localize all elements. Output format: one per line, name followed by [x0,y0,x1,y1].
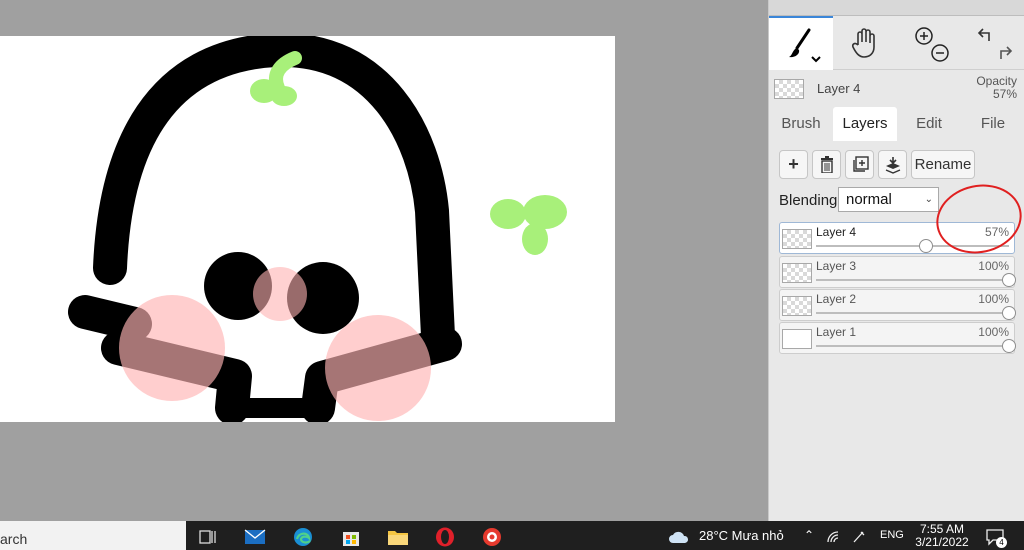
undo-redo-icon [977,28,1013,59]
weather-text[interactable]: 28°C Mưa nhỏ [699,521,784,550]
layer-3-thumbnail [782,263,812,283]
tab-edit[interactable]: Edit [897,107,961,141]
current-layer-info: Layer 4 Opacity 57% [769,71,1024,107]
tab-brush[interactable]: Brush [769,107,833,141]
canvas-drawing [68,36,567,422]
zoom-tool-button[interactable] [897,16,961,70]
merge-down-icon [885,156,900,174]
wifi-icon[interactable] [823,527,845,547]
chevron-down-icon: ⌄ [924,194,933,205]
layer-opacity: 100% [978,292,1009,306]
drawing-canvas[interactable] [0,36,615,422]
opacity-slider-handle[interactable] [1002,273,1016,287]
rename-layer-button[interactable]: Rename [911,150,975,179]
side-panel: Layer 4 Opacity 57% Brush Layers Edit Fi… [768,0,1024,521]
right-cheek-blush [325,315,431,421]
current-layer-opacity: Opacity 57% [976,75,1017,101]
sprout-leaf-right [271,86,297,106]
edge-browser-icon[interactable] [292,527,314,547]
layer-opacity: 100% [978,325,1009,339]
panel-tabs: Brush Layers Edit File [769,107,1024,141]
search-text: arch [0,531,28,547]
pen-icon[interactable] [848,527,870,547]
hand-tool-button[interactable] [833,16,897,70]
floating-leaf-right [523,195,567,229]
blending-mode-value: normal [846,191,892,208]
duplicate-layer-button[interactable] [845,150,874,179]
layer-2-thumbnail [782,296,812,316]
tab-file[interactable]: File [961,107,1024,141]
notification-badge: 4 [996,537,1007,548]
layer-1-thumbnail [782,329,812,349]
clock[interactable]: 7:55 AM 3/21/2022 [914,523,970,549]
tab-layers[interactable]: Layers [833,107,897,141]
taskbar-search-box[interactable]: arch [0,521,186,550]
merge-down-button[interactable] [878,150,907,179]
layer-row-2[interactable]: Layer 2 100% [779,289,1016,321]
brush-icon [789,28,821,63]
file-explorer-icon[interactable] [387,527,409,547]
tool-bar [769,16,1024,70]
layer-name: Layer 2 [816,292,857,306]
current-layer-thumbnail [774,79,804,99]
opacity-slider[interactable] [816,273,1016,287]
sprout-stem [269,51,302,95]
duplicate-icon [852,155,869,172]
task-view-icon[interactable] [196,527,218,547]
layer-4-thumbnail [782,229,812,249]
layer-name: Layer 1 [816,325,857,339]
panel-top-strip [769,0,1024,16]
floating-leaf-bottom [522,223,548,255]
chevron-up-icon[interactable]: ⌃ [804,521,814,550]
layer-name: Layer 3 [816,259,857,273]
language-indicator[interactable]: ENG [880,521,904,550]
opacity-value: 57% [992,87,1017,101]
brush-tool-button[interactable] [769,16,833,70]
opacity-slider[interactable] [816,339,1016,353]
trash-icon [820,156,833,173]
layer-row-1[interactable]: Layer 1 100% [779,322,1016,354]
layer-opacity: 100% [978,259,1009,273]
undo-redo-button[interactable] [961,16,1024,70]
opacity-slider-handle[interactable] [919,239,933,253]
clock-date: 3/21/2022 [915,535,969,549]
left-cheek-blush [119,295,225,401]
opera-browser-icon[interactable] [434,527,456,547]
opacity-slider[interactable] [816,306,1016,320]
store-app-icon[interactable] [340,527,362,547]
zoom-in-out-icon [915,27,949,62]
canvas-workspace[interactable] [0,0,768,521]
mail-app-icon[interactable] [244,527,266,547]
weather-cloud-icon[interactable] [668,527,690,547]
opacity-slider-handle[interactable] [1002,339,1016,353]
nose-blush [253,267,307,321]
taskbar: arch 28°C Mưa nhỏ ⌃ ENG 7:55 AM 3/21/202… [0,521,1024,550]
layer-name: Layer 4 [816,225,857,239]
pinned-app-icon[interactable] [481,527,503,547]
floating-leaf-left [490,199,526,229]
blending-label: Blending [779,192,838,209]
blending-mode-select[interactable]: normal ⌄ [838,187,939,212]
layer-row-3[interactable]: Layer 3 100% [779,256,1016,288]
plus-icon: + [788,154,799,174]
add-layer-button[interactable]: + [779,150,808,179]
hand-icon [852,28,875,58]
current-layer-name: Layer 4 [817,81,861,96]
delete-layer-button[interactable] [812,150,841,179]
opacity-slider-handle[interactable] [1002,306,1016,320]
